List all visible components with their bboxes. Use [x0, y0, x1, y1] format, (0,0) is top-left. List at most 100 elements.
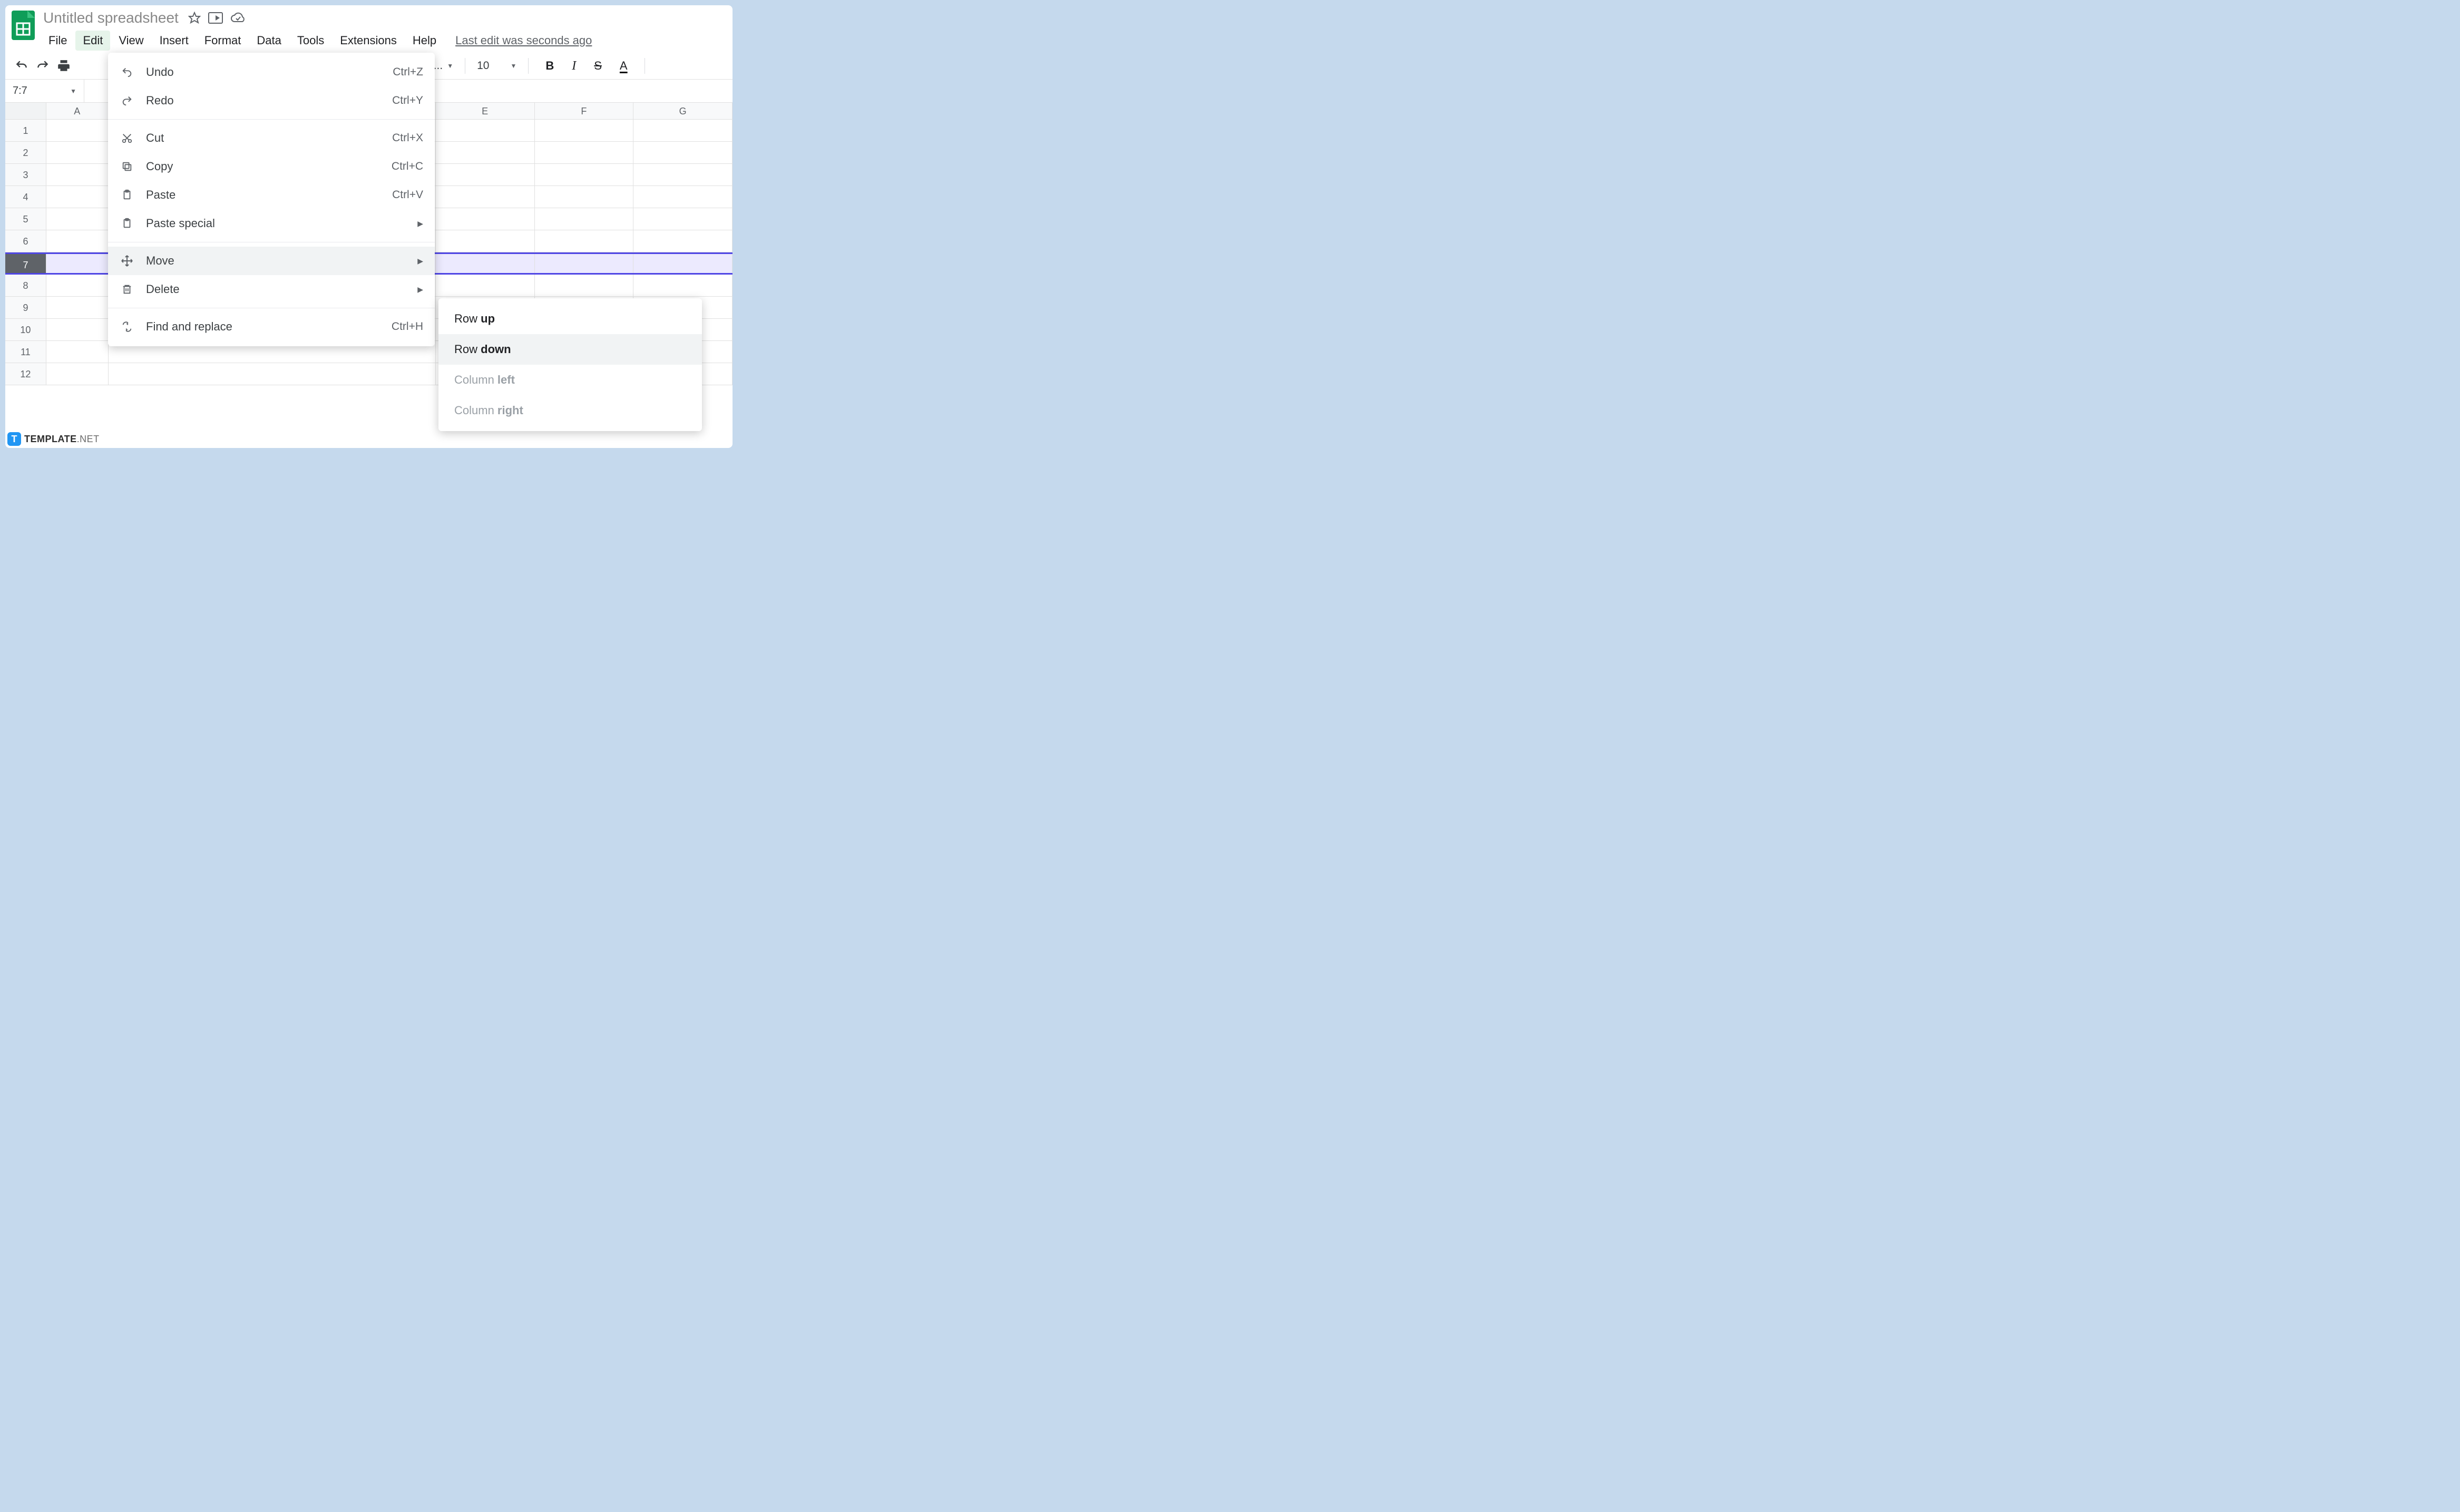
cell[interactable] [633, 275, 733, 296]
menu-view[interactable]: View [111, 31, 151, 51]
undo-icon[interactable] [15, 59, 28, 73]
cell[interactable] [436, 275, 535, 296]
cell[interactable] [535, 186, 634, 208]
font-size-select[interactable]: 10 ▼ [477, 60, 516, 72]
cell[interactable] [436, 208, 535, 230]
menu-redo[interactable]: Redo Ctrl+Y [108, 86, 435, 115]
undo-icon [120, 66, 134, 78]
select-all-corner[interactable] [5, 103, 46, 119]
menu-delete[interactable]: Delete ▶ [108, 275, 435, 304]
italic-button[interactable]: I [567, 59, 581, 73]
document-title[interactable]: Untitled spreadsheet [41, 8, 181, 27]
cell[interactable] [46, 164, 109, 186]
paste-icon [120, 189, 134, 201]
cell[interactable] [46, 275, 109, 296]
submenu-row-down[interactable]: Row down [438, 334, 702, 365]
cell[interactable] [436, 120, 535, 141]
cell[interactable] [633, 142, 733, 163]
menu-help[interactable]: Help [405, 31, 444, 51]
column-header-e[interactable]: E [436, 103, 535, 119]
row-header-12[interactable]: 12 [5, 363, 46, 385]
menu-paste-label: Paste [146, 188, 380, 202]
cell[interactable] [46, 142, 109, 163]
row-header-1[interactable]: 1 [5, 120, 46, 141]
row-header-6[interactable]: 6 [5, 230, 46, 252]
menu-edit[interactable]: Edit [75, 31, 110, 51]
menu-format[interactable]: Format [197, 31, 249, 51]
menu-find-replace[interactable]: Find and replace Ctrl+H [108, 313, 435, 341]
menu-paste-special[interactable]: Paste special ▶ [108, 209, 435, 238]
strikethrough-button[interactable]: S [589, 59, 607, 73]
bold-button[interactable]: B [540, 59, 559, 73]
row-header-3[interactable]: 3 [5, 164, 46, 186]
row-header-11[interactable]: 11 [5, 341, 46, 363]
row-header-2[interactable]: 2 [5, 142, 46, 163]
menu-copy[interactable]: Copy Ctrl+C [108, 152, 435, 181]
column-header-f[interactable]: F [535, 103, 634, 119]
cell[interactable] [46, 319, 109, 340]
row-header-10[interactable]: 10 [5, 319, 46, 340]
print-icon[interactable] [57, 59, 71, 73]
cell[interactable] [436, 186, 535, 208]
submenu-row-up[interactable]: Row up [438, 304, 702, 334]
row-header-5[interactable]: 5 [5, 208, 46, 230]
menu-undo[interactable]: Undo Ctrl+Z [108, 58, 435, 86]
move-to-folder-icon[interactable] [208, 12, 223, 24]
menu-move[interactable]: Move ▶ [108, 247, 435, 275]
menu-file[interactable]: File [41, 31, 74, 51]
cell[interactable] [46, 254, 109, 273]
cell[interactable] [46, 208, 109, 230]
cell[interactable] [633, 120, 733, 141]
row-header-9[interactable]: 9 [5, 297, 46, 318]
cell[interactable] [46, 341, 109, 363]
cell[interactable] [46, 186, 109, 208]
cell[interactable] [535, 230, 634, 252]
menu-find-replace-shortcut: Ctrl+H [392, 320, 423, 333]
sheets-logo[interactable] [12, 11, 35, 40]
column-header-a[interactable]: A [46, 103, 109, 119]
star-icon[interactable] [188, 12, 201, 24]
separator [528, 58, 529, 74]
cell[interactable] [109, 363, 436, 385]
cell[interactable] [535, 208, 634, 230]
row-header-7[interactable]: 7 [5, 254, 46, 273]
cell[interactable] [633, 230, 733, 252]
cell[interactable] [535, 275, 634, 296]
submenu-col-right-prefix: Column [454, 404, 497, 417]
menu-cut[interactable]: Cut Ctrl+X [108, 124, 435, 152]
menu-redo-label: Redo [146, 94, 380, 108]
cell[interactable] [535, 120, 634, 141]
submenu-arrow-icon: ▶ [417, 257, 423, 266]
column-header-g[interactable]: G [633, 103, 733, 119]
cell[interactable] [535, 164, 634, 186]
cell[interactable] [46, 230, 109, 252]
menu-move-label: Move [146, 254, 406, 268]
last-edit-link[interactable]: Last edit was seconds ago [455, 34, 592, 47]
cell[interactable] [633, 186, 733, 208]
cell[interactable] [633, 254, 733, 273]
row-header-8[interactable]: 8 [5, 275, 46, 296]
menu-insert[interactable]: Insert [152, 31, 196, 51]
submenu-row-down-bold: down [481, 343, 511, 356]
cloud-status-icon[interactable] [230, 12, 246, 24]
cell[interactable] [633, 208, 733, 230]
menu-paste[interactable]: Paste Ctrl+V [108, 181, 435, 209]
menu-extensions[interactable]: Extensions [333, 31, 404, 51]
menu-tools[interactable]: Tools [290, 31, 331, 51]
menu-data[interactable]: Data [249, 31, 288, 51]
cell[interactable] [436, 230, 535, 252]
cell[interactable] [46, 297, 109, 318]
name-box[interactable]: 7:7 ▼ [5, 80, 84, 102]
text-color-button[interactable]: A [614, 59, 633, 73]
cell[interactable] [535, 254, 634, 273]
cell[interactable] [633, 164, 733, 186]
cell[interactable] [436, 164, 535, 186]
cell[interactable] [436, 142, 535, 163]
row-header-4[interactable]: 4 [5, 186, 46, 208]
cell[interactable] [436, 254, 535, 273]
cell[interactable] [46, 363, 109, 385]
submenu-arrow-icon: ▶ [417, 219, 423, 228]
cell[interactable] [535, 142, 634, 163]
cell[interactable] [46, 120, 109, 141]
redo-icon[interactable] [36, 59, 50, 73]
